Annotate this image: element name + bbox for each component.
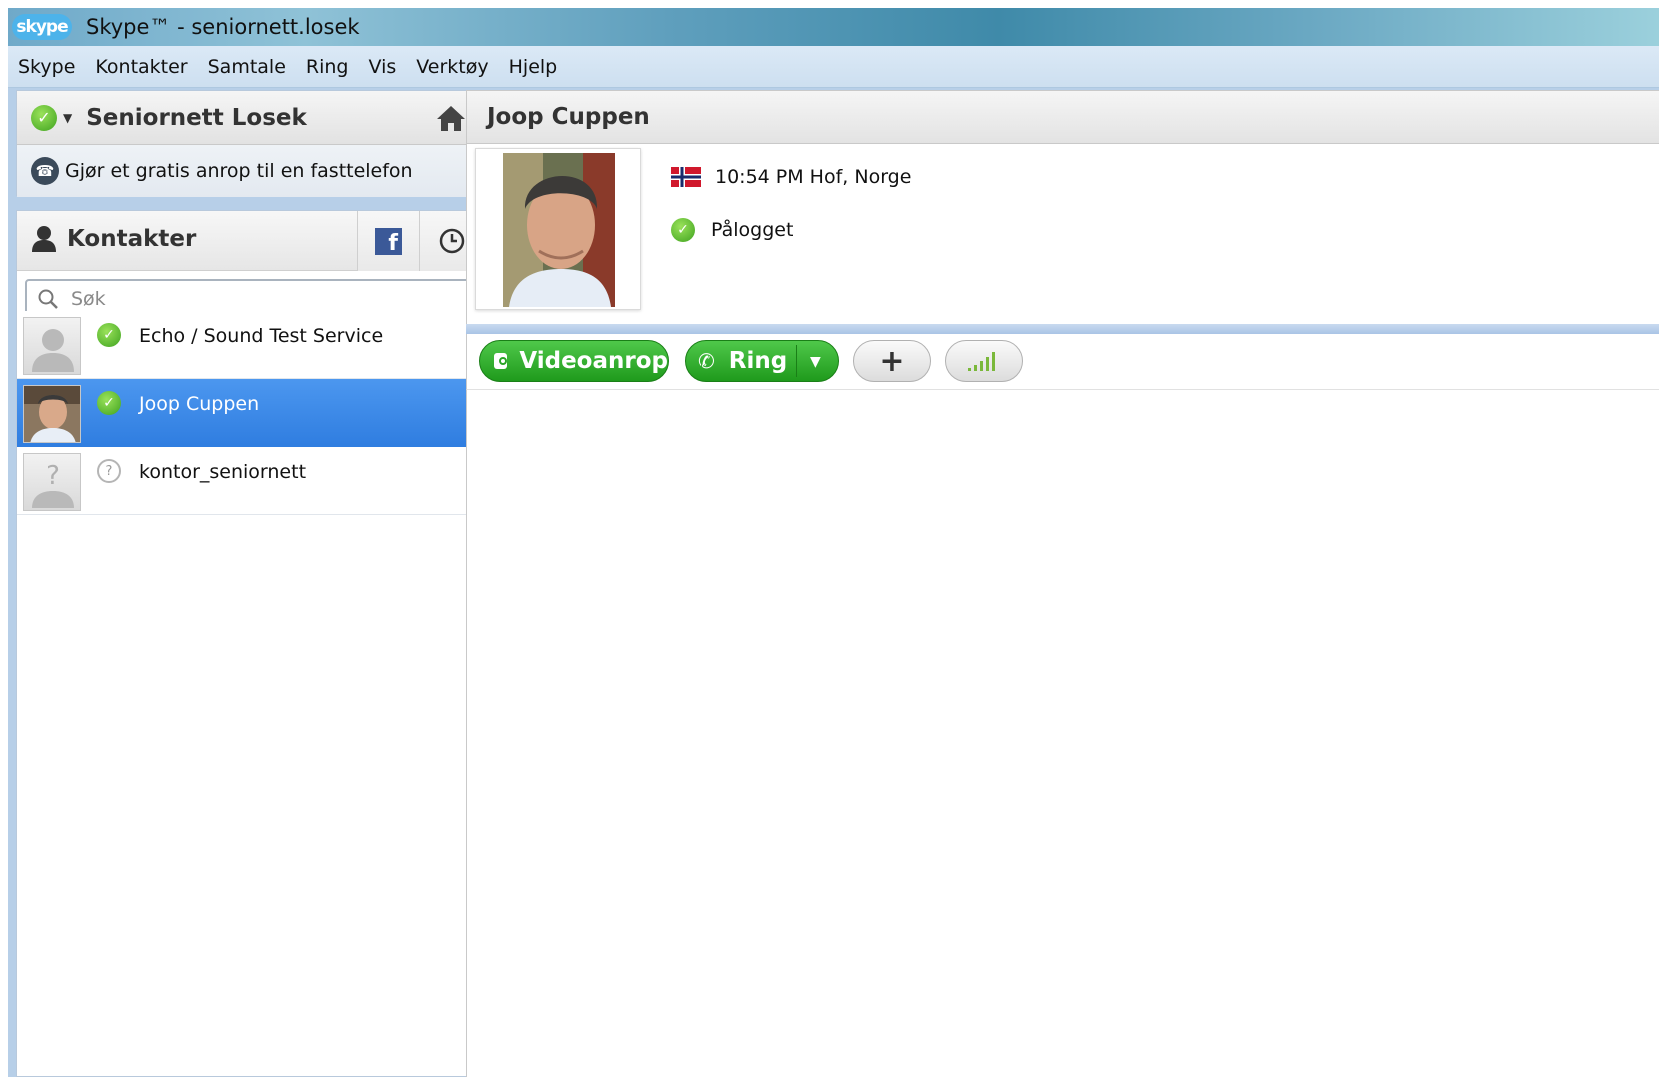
svg-text:?: ?: [46, 461, 60, 491]
plus-icon: +: [879, 343, 905, 379]
contact-row-selected[interactable]: ✓ Joop Cuppen: [17, 379, 481, 447]
contacts-panel: Kontakter f ✓ Echo / Sound Test Service: [16, 210, 483, 1077]
contact-photo: [23, 385, 81, 443]
menu-help[interactable]: Hjelp: [509, 56, 558, 78]
profile-panel: ✓ ▼ Seniornett Losek ☎ Gjør et gratis an…: [16, 90, 482, 197]
call-quality-button[interactable]: [945, 340, 1023, 382]
conversation-area[interactable]: [466, 390, 1659, 1077]
clock-icon: [439, 228, 464, 254]
conversation-header: Joop Cuppen: [466, 90, 1659, 144]
default-avatar: [23, 317, 81, 375]
conversation-title: Joop Cuppen: [487, 104, 650, 130]
chevron-down-icon[interactable]: ▼: [810, 341, 821, 383]
add-participant-button[interactable]: +: [853, 340, 931, 382]
contact-row[interactable]: ✓ Echo / Sound Test Service: [17, 311, 481, 379]
menu-view[interactable]: Vis: [369, 56, 397, 78]
title-bar: skype Skype™ - seniornett.losek: [8, 8, 1659, 46]
unknown-status-icon: ?: [97, 459, 121, 483]
contact-profile-card: 10:54 PM Hof, Norge ✓ Pålogget: [466, 144, 1659, 324]
window-title: Skype™ - seniornett.losek: [86, 15, 360, 39]
call-button[interactable]: ✆ Ring ▼: [685, 340, 839, 382]
contact-photo: [503, 153, 615, 307]
menu-call[interactable]: Ring: [306, 56, 349, 78]
panel-splitter[interactable]: [466, 324, 1659, 334]
menu-conversation[interactable]: Samtale: [208, 56, 286, 78]
button-divider: [796, 345, 797, 377]
facebook-tab[interactable]: f: [357, 211, 419, 271]
status-text: Pålogget: [711, 219, 794, 241]
signal-bars-icon: [968, 352, 995, 371]
video-call-label: Videoanrop: [519, 348, 668, 374]
home-icon[interactable]: [435, 102, 467, 134]
profile-name[interactable]: Seniornett Losek: [86, 105, 307, 131]
contact-row[interactable]: ? ? kontor_seniornett: [17, 447, 481, 515]
search-icon: [38, 289, 58, 309]
contact-name: kontor_seniornett: [139, 461, 307, 483]
online-status-icon[interactable]: ✓: [31, 104, 57, 131]
menu-tools[interactable]: Verktøy: [416, 56, 488, 78]
contact-name: Echo / Sound Test Service: [139, 325, 384, 347]
skype-phone-icon: ☎: [31, 157, 59, 185]
contacts-tab[interactable]: Kontakter: [31, 225, 196, 253]
profile-header[interactable]: ✓ ▼ Seniornett Losek: [17, 91, 481, 145]
online-status-icon: ✓: [97, 323, 121, 347]
norway-flag-icon: [671, 167, 701, 187]
menu-bar: Skype Kontakter Samtale Ring Vis Verktøy…: [8, 46, 1659, 88]
video-camera-icon: [494, 353, 508, 369]
call-action-bar: Videoanrop ✆ Ring ▼ +: [466, 334, 1659, 390]
person-icon: [32, 226, 56, 252]
contacts-title: Kontakter: [67, 226, 197, 252]
local-time-location: 10:54 PM Hof, Norge: [715, 166, 912, 188]
status-row: ✓ Pålogget: [671, 218, 793, 242]
facebook-icon: f: [375, 227, 402, 255]
call-label: Ring: [728, 348, 788, 374]
chevron-down-icon[interactable]: ▼: [63, 111, 72, 125]
video-call-button[interactable]: Videoanrop: [479, 340, 669, 382]
search-input[interactable]: [71, 288, 451, 310]
contacts-header: Kontakter f: [17, 211, 483, 271]
unknown-avatar: ?: [23, 453, 81, 511]
skype-logo: skype: [12, 14, 72, 40]
menu-contacts[interactable]: Kontakter: [95, 56, 187, 78]
contact-photo-frame[interactable]: [475, 148, 641, 310]
menu-skype[interactable]: Skype: [18, 56, 75, 78]
contact-name: Joop Cuppen: [139, 393, 260, 415]
free-call-link[interactable]: ☎ Gjør et gratis anrop til en fasttelefo…: [17, 145, 481, 197]
phone-icon: ✆: [698, 349, 715, 373]
online-status-icon: ✓: [671, 218, 695, 242]
local-time-row: 10:54 PM Hof, Norge: [671, 166, 911, 188]
online-status-icon: ✓: [97, 391, 121, 415]
free-call-label: Gjør et gratis anrop til en fasttelefon: [65, 160, 413, 182]
